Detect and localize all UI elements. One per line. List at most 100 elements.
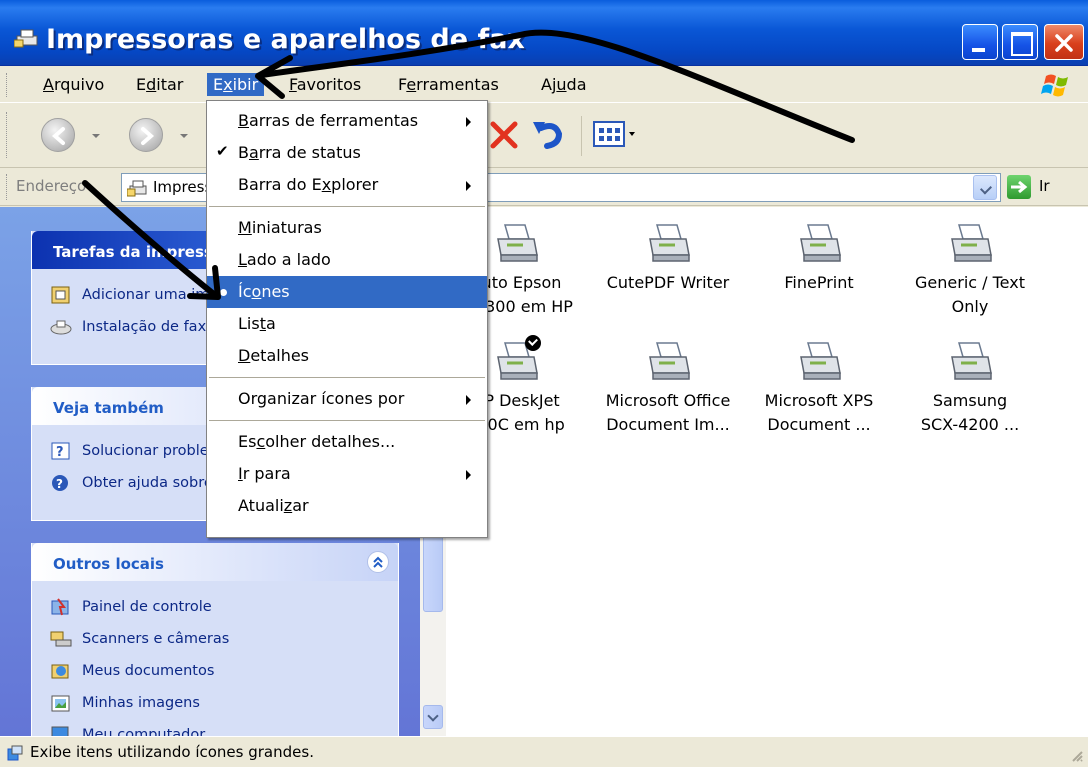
my-pictures-icon (51, 695, 70, 712)
printer-icon (493, 335, 541, 385)
printer-icon (645, 339, 691, 385)
menu-separator (209, 206, 485, 207)
other-places-header[interactable]: Outros locais (32, 543, 398, 581)
radio-bullet-icon (220, 289, 227, 296)
submenu-arrow-icon (466, 395, 471, 405)
go-button[interactable] (1007, 175, 1031, 199)
printer-icon (947, 221, 993, 267)
forward-dropdown-icon[interactable] (180, 134, 188, 138)
printer-label: Generic / Text Only (915, 273, 1025, 316)
scanners-cameras-link[interactable]: Scanners e câmeras (50, 623, 398, 655)
menu-ajuda[interactable]: Ajuda (535, 74, 593, 95)
printer-label: Microsoft XPS Document ... (764, 391, 874, 434)
toolbar (0, 104, 1088, 168)
forward-arrow-icon (141, 127, 155, 145)
view-menu-item[interactable]: Atualizar (207, 490, 487, 522)
undo-icon[interactable] (531, 118, 565, 150)
printer-label: CutePDF Writer (606, 273, 730, 292)
view-menu-item[interactable]: Barras de ferramentas (207, 105, 487, 137)
svg-text:?: ? (56, 477, 63, 491)
printer-icon (493, 221, 539, 267)
view-menu-item[interactable]: Barra do Explorer (207, 169, 487, 201)
address-label: Endereço (16, 177, 87, 195)
delete-icon[interactable] (489, 120, 519, 150)
address-dropdown-button[interactable] (973, 175, 997, 200)
go-arrow-icon (1011, 180, 1028, 194)
menu-editar[interactable]: Editar (130, 74, 189, 95)
printer-folder-icon (127, 180, 147, 197)
fax-icon (50, 320, 72, 335)
default-printer-check-icon (525, 335, 541, 351)
printer-item[interactable]: Microsoft Office Document Im... (593, 339, 743, 437)
checkmark-icon: ✔ (216, 142, 229, 160)
view-menu-item[interactable]: Lado a lado (207, 244, 487, 276)
add-printer-icon (51, 286, 70, 304)
back-arrow-icon (51, 127, 65, 145)
addressbar-grip[interactable] (6, 174, 9, 200)
close-button[interactable] (1044, 24, 1084, 60)
views-icon[interactable] (593, 121, 637, 149)
window-title: Impressoras e aparelhos de fax (46, 24, 525, 55)
status-info-icon (7, 745, 23, 761)
my-pictures-link[interactable]: Minhas imagens (50, 687, 398, 719)
scanner-icon (50, 631, 72, 647)
back-dropdown-icon[interactable] (92, 134, 100, 138)
back-button[interactable] (41, 118, 75, 152)
go-label[interactable]: Ir (1039, 177, 1050, 195)
printer-item[interactable]: CutePDF Writer (593, 221, 743, 295)
control-panel-link[interactable]: Painel de controle (50, 591, 398, 623)
resize-grip-icon[interactable] (1070, 749, 1084, 763)
minimize-button[interactable] (962, 24, 998, 60)
menu-arquivo[interactable]: Arquivo (37, 74, 110, 95)
view-menu-item[interactable]: Lista (207, 308, 487, 340)
view-menu-item[interactable]: Escolher detalhes... (207, 426, 487, 458)
collapse-button[interactable] (367, 551, 389, 573)
svg-text:?: ? (56, 445, 64, 460)
maximize-button[interactable] (1002, 24, 1038, 60)
menu-favoritos[interactable]: Favoritos (283, 74, 367, 95)
view-menu-item[interactable]: Detalhes (207, 340, 487, 372)
toolbar-separator (581, 116, 582, 156)
menu-separator (209, 377, 485, 378)
title-bar[interactable]: Impressoras e aparelhos de fax (0, 0, 1088, 66)
other-places-title: Outros locais (53, 555, 164, 573)
see-also-title: Veja também (53, 399, 164, 417)
double-chevron-up-icon (373, 556, 383, 568)
view-menu-item[interactable]: Ir para (207, 458, 487, 490)
menu-bar: Arquivo Editar Exibir Favoritos Ferramen… (0, 67, 1088, 103)
printer-label: Microsoft Office Document Im... (605, 391, 731, 434)
address-bar: Endereço Impressoras e aparelhos de fax … (0, 168, 1088, 206)
printer-icon (796, 339, 842, 385)
view-menu-item[interactable]: ✔ Barra de status (207, 137, 487, 169)
printer-icon (947, 339, 993, 385)
help-circle-icon: ? (52, 475, 68, 491)
view-menu-item[interactable]: Organizar ícones por (207, 383, 487, 415)
scroll-down-button[interactable] (423, 705, 443, 729)
printer-label: FinePrint (784, 273, 854, 292)
other-places-panel: Outros locais Painel de controle Scanner… (31, 543, 399, 743)
submenu-arrow-icon (466, 181, 471, 191)
menu-ferramentas[interactable]: Ferramentas (392, 74, 505, 95)
my-documents-link[interactable]: Meus documentos (50, 655, 398, 687)
printer-folder-icon (14, 29, 38, 48)
menubar-grip[interactable] (6, 73, 9, 97)
toolbar-grip[interactable] (6, 112, 9, 158)
windows-logo-icon (1041, 74, 1068, 97)
help-icon: ? (51, 442, 70, 460)
status-text: Exibe itens utilizando ícones grandes. (30, 743, 314, 761)
submenu-arrow-icon (466, 470, 471, 480)
menu-separator (209, 420, 485, 421)
view-menu-item[interactable]: Miniaturas (207, 212, 487, 244)
forward-button[interactable] (129, 118, 163, 152)
printer-item[interactable]: Samsung SCX-4200 ... (895, 339, 1045, 437)
control-panel-icon (51, 598, 69, 616)
printer-item[interactable]: FinePrint (744, 221, 894, 295)
printer-item[interactable]: Microsoft XPS Document ... (744, 339, 894, 437)
view-menu: Barras de ferramentas ✔ Barra de status Bar… (206, 100, 488, 538)
my-documents-icon (51, 664, 69, 679)
view-menu-item[interactable]: Ícones (207, 276, 487, 308)
printer-item[interactable]: Generic / Text Only (895, 221, 1045, 319)
status-bar: Exibe itens utilizando ícones grandes. (0, 736, 1088, 767)
menu-exibir[interactable]: Exibir (207, 73, 265, 96)
printers-view[interactable]: Auto Epson XP-300 em HPCutePDF WriterFin… (446, 207, 1088, 736)
